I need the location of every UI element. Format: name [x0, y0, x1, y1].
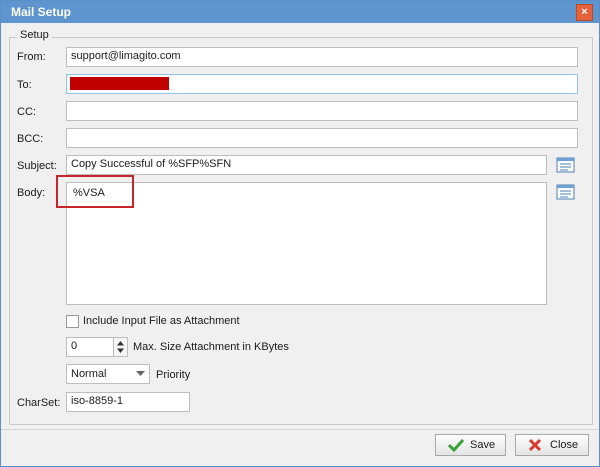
save-button[interactable]: Save: [435, 434, 506, 456]
subject-input[interactable]: Copy Successful of %SFP%SFN: [66, 155, 547, 175]
include-attachment-checkbox[interactable]: [66, 315, 79, 328]
include-attachment-label: Include Input File as Attachment: [83, 315, 240, 327]
max-size-spinner[interactable]: [113, 337, 128, 357]
from-input[interactable]: support@limagito.com: [66, 47, 578, 67]
list-editor-icon[interactable]: [556, 183, 576, 201]
priority-select[interactable]: Normal: [66, 364, 150, 384]
window-title: Mail Setup: [11, 5, 72, 19]
subject-label: Subject:: [17, 160, 57, 172]
close-label: Close: [550, 439, 579, 451]
body-label: Body:: [17, 187, 46, 199]
max-size-input[interactable]: 0: [66, 337, 115, 357]
cc-input[interactable]: [66, 101, 578, 121]
list-editor-icon[interactable]: [556, 156, 576, 174]
footer: Save Close: [1, 430, 599, 466]
body-textarea[interactable]: %VSA: [66, 182, 547, 305]
checkmark-icon: [448, 438, 464, 452]
close-button[interactable]: Close: [515, 434, 589, 456]
max-size-label: Max. Size Attachment in KBytes: [133, 341, 289, 353]
chevron-down-icon: [136, 371, 145, 376]
spinner-arrows-icon: [117, 341, 124, 353]
priority-label: Priority: [156, 369, 191, 381]
setup-group-title: Setup: [17, 29, 52, 41]
cc-label: CC:: [17, 106, 36, 118]
charset-input[interactable]: iso-8859-1: [66, 392, 190, 412]
bcc-input[interactable]: [66, 128, 578, 148]
from-label: From:: [17, 51, 46, 63]
charset-label: CharSet:: [17, 397, 61, 409]
close-icon[interactable]: ×: [576, 4, 593, 21]
to-label: To:: [17, 79, 32, 91]
priority-value: Normal: [71, 368, 107, 380]
bcc-label: BCC:: [17, 133, 44, 145]
title-bar: Mail Setup ×: [1, 1, 599, 23]
redaction-bar: [70, 77, 169, 90]
save-label: Save: [470, 439, 496, 451]
x-icon: [528, 438, 542, 452]
mail-setup-window: Mail Setup × Setup From: support@limagit…: [0, 0, 600, 467]
highlight-box: [56, 175, 134, 208]
